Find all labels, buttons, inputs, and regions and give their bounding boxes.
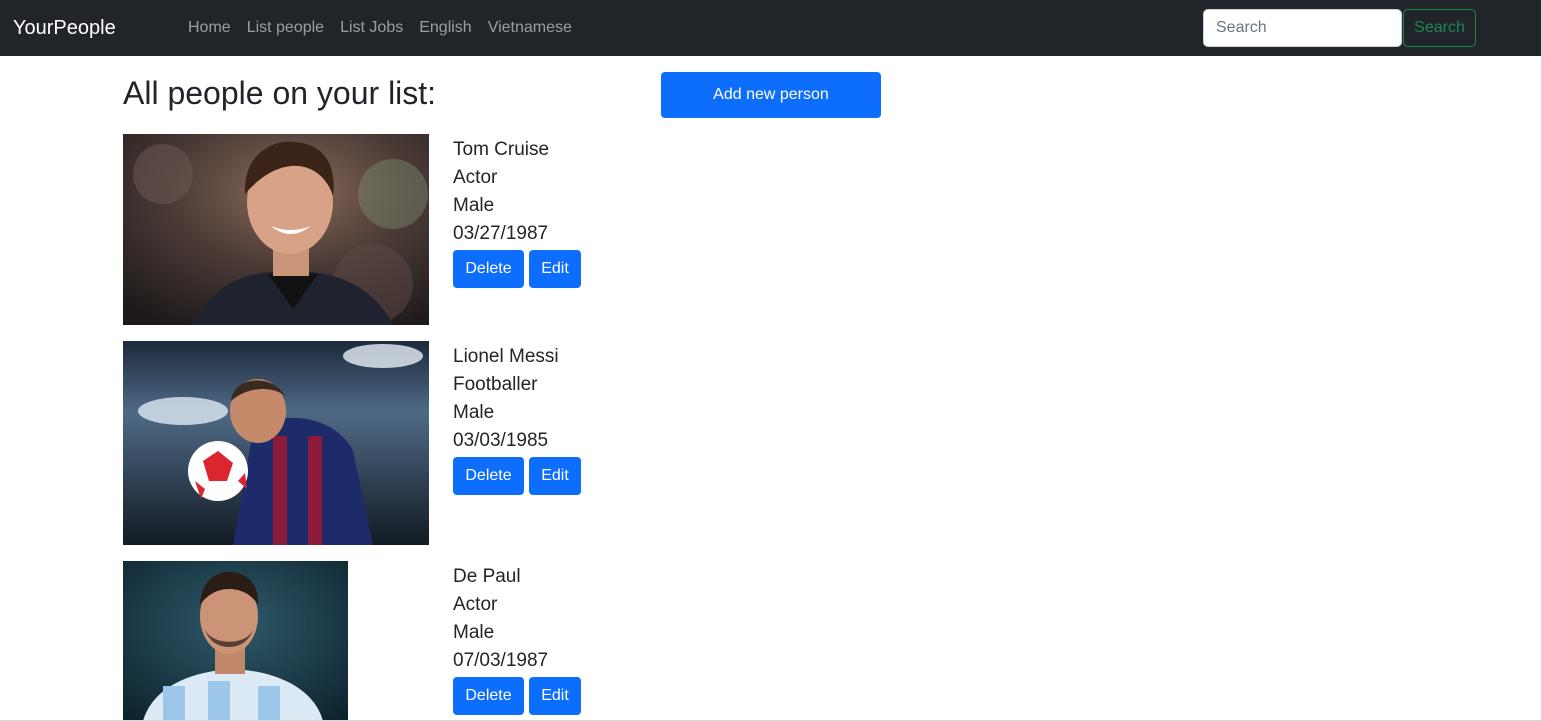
person-gender: Male (453, 402, 495, 423)
nav-home-link[interactable]: Home (188, 18, 231, 38)
person-info: Tom Cruise Actor Male 03/27/1987 Delete … (453, 136, 581, 288)
search-button[interactable]: Search (1403, 9, 1476, 47)
person-card: Lionel Messi Footballer Male 03/03/1985 … (123, 341, 593, 545)
person-gender: Male (453, 622, 495, 643)
person-actions: Delete Edit (453, 250, 581, 288)
nav-english-link[interactable]: English (419, 18, 471, 38)
person-gender: Male (453, 195, 495, 216)
edit-button[interactable]: Edit (529, 677, 581, 715)
add-new-person-button[interactable]: Add new person (661, 72, 881, 118)
navbar: YourPeople Home List people List Jobs En… (0, 0, 1541, 56)
person-card: Tom Cruise Actor Male 03/27/1987 Delete … (123, 134, 593, 325)
person-job: Actor (453, 594, 498, 615)
edit-button[interactable]: Edit (529, 457, 581, 495)
nav-vietnamese-link[interactable]: Vietnamese (488, 18, 572, 38)
person-name: De Paul (453, 566, 521, 587)
person-photo (123, 341, 429, 545)
delete-button[interactable]: Delete (453, 677, 524, 715)
person-card: De Paul Actor Male 07/03/1987 Delete Edi… (123, 561, 593, 720)
delete-button[interactable]: Delete (453, 457, 524, 495)
person-info: De Paul Actor Male 07/03/1987 Delete Edi… (453, 563, 581, 715)
page: YourPeople Home List people List Jobs En… (0, 0, 1542, 721)
person-photo (123, 561, 348, 720)
brand-logo[interactable]: YourPeople (13, 16, 116, 40)
edit-button[interactable]: Edit (529, 250, 581, 288)
person-photo (123, 134, 429, 325)
person-dob: 03/03/1985 (453, 430, 549, 451)
person-job: Actor (453, 167, 498, 188)
nav-list-jobs-link[interactable]: List Jobs (340, 18, 403, 38)
person-dob: 07/03/1987 (453, 650, 549, 671)
page-title: All people on your list: (123, 75, 437, 111)
person-actions: Delete Edit (453, 457, 581, 495)
person-name: Lionel Messi (453, 346, 559, 367)
person-dob: 03/27/1987 (453, 223, 549, 244)
person-job: Footballer (453, 374, 538, 395)
person-name: Tom Cruise (453, 139, 550, 160)
delete-button[interactable]: Delete (453, 250, 524, 288)
person-actions: Delete Edit (453, 677, 581, 715)
search-input[interactable] (1203, 9, 1402, 47)
person-info: Lionel Messi Footballer Male 03/03/1985 … (453, 343, 581, 495)
nav-list-people-link[interactable]: List people (247, 18, 324, 38)
nav-links: Home List people List Jobs English Vietn… (188, 18, 572, 38)
